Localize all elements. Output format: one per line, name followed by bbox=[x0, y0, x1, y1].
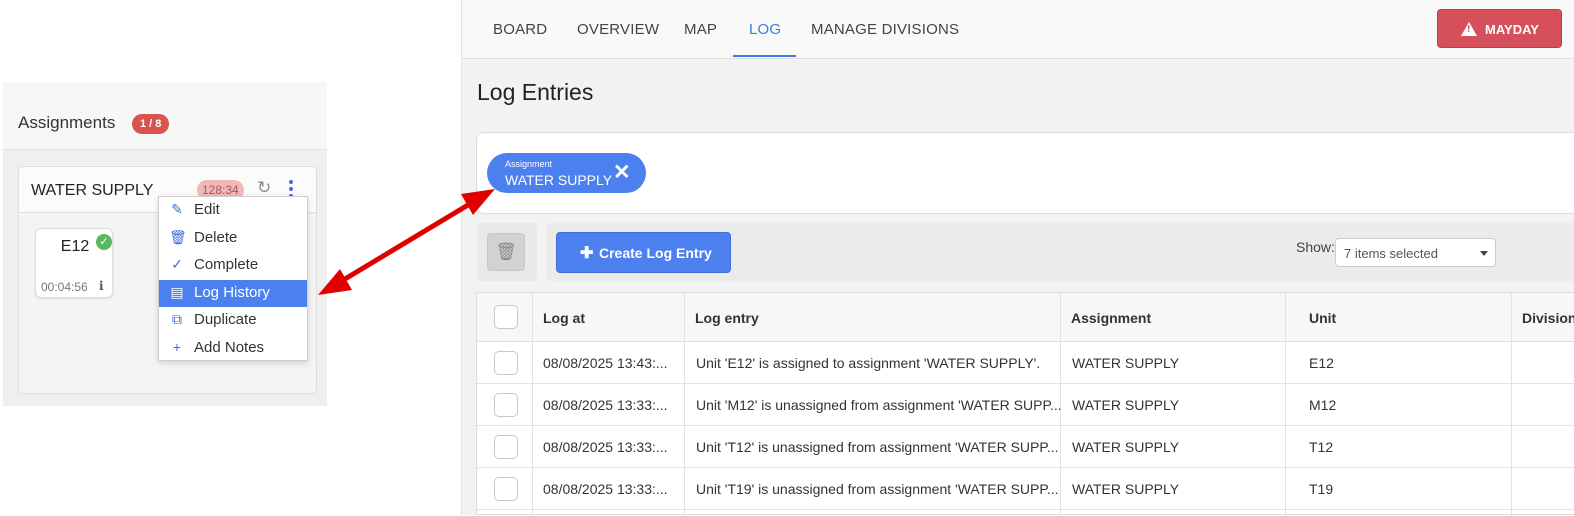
annotation-arrow bbox=[318, 189, 495, 295]
